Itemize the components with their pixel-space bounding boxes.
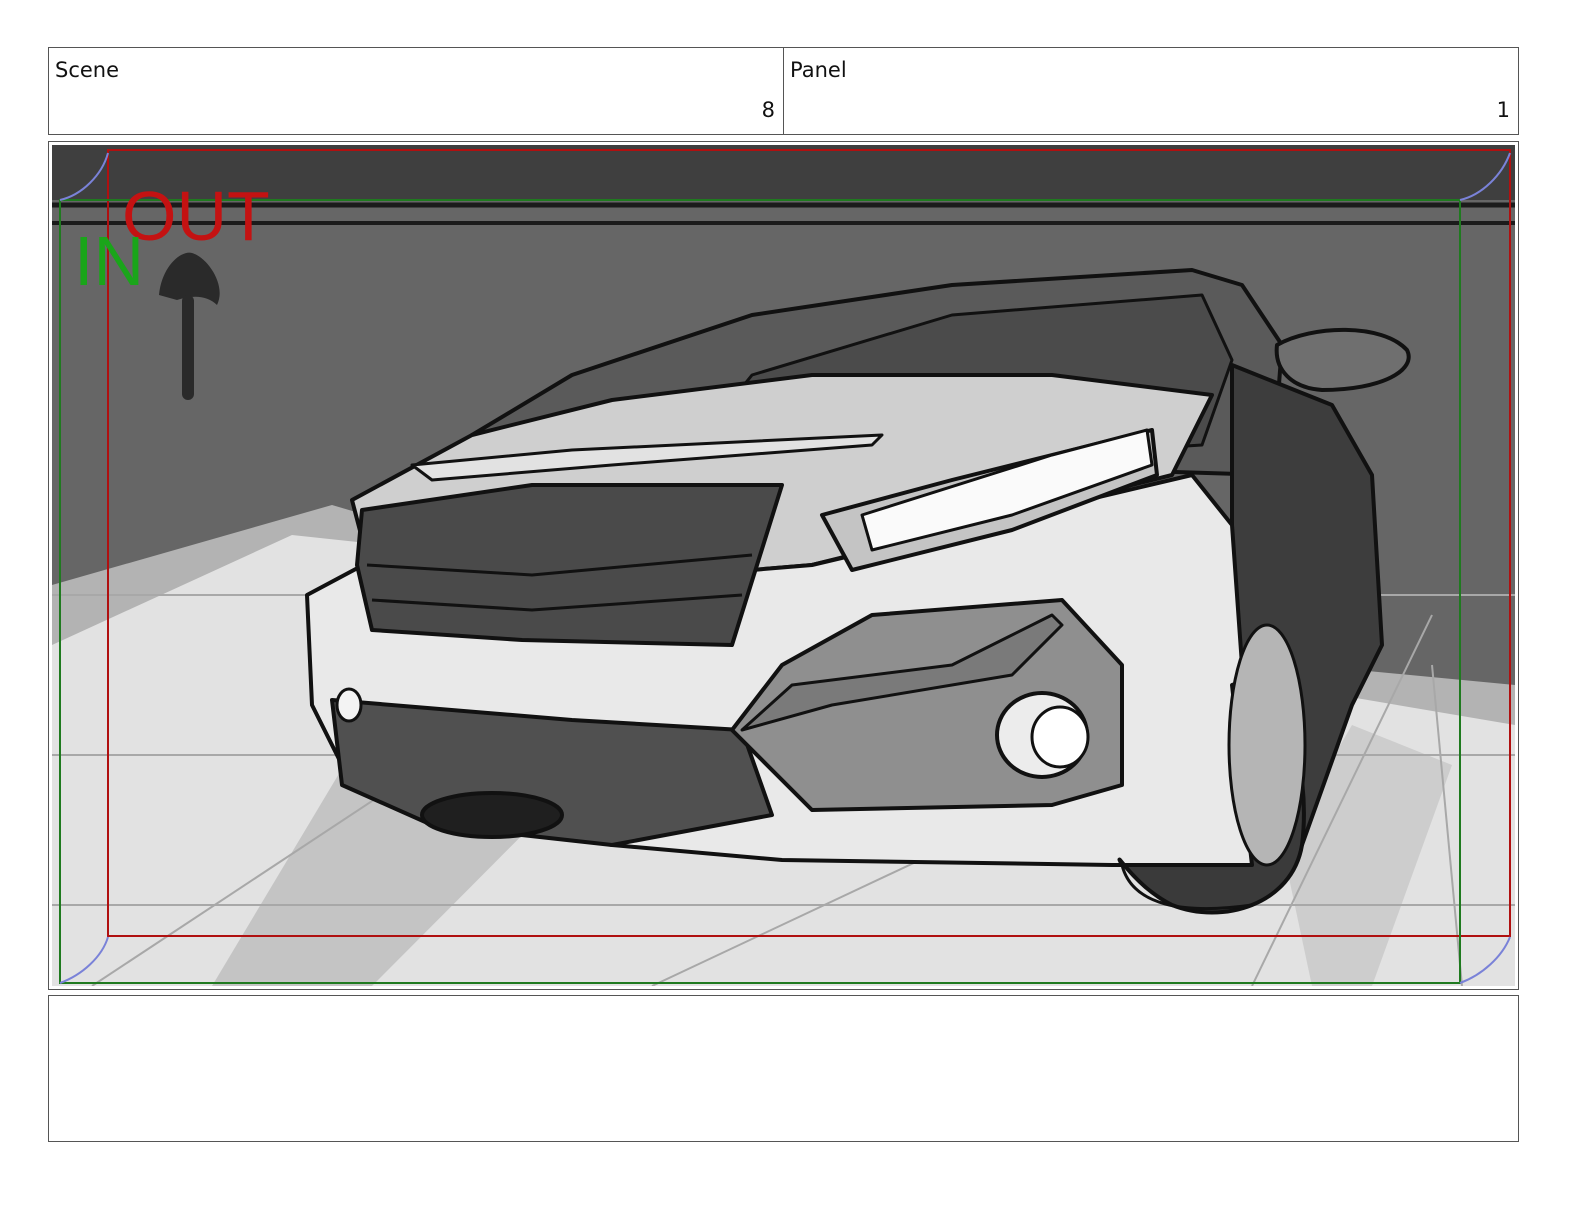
ceiling-band <box>52 145 1515 200</box>
scene-cell: Scene 8 <box>49 48 783 134</box>
scene-number: 8 <box>761 98 775 122</box>
in-label: IN <box>74 222 144 300</box>
out-label: OUT <box>122 177 270 255</box>
panel-header: Scene 8 Panel 1 <box>48 47 1519 135</box>
panel-cell: Panel 1 <box>783 48 1518 134</box>
action-notes-box[interactable] <box>48 995 1519 1142</box>
scene-label: Scene <box>55 58 120 82</box>
panel-label: Panel <box>790 58 847 82</box>
storyboard-panel: OUT IN <box>48 141 1519 990</box>
storyboard-drawing: OUT IN <box>52 145 1515 986</box>
panel-number: 1 <box>1496 98 1510 122</box>
